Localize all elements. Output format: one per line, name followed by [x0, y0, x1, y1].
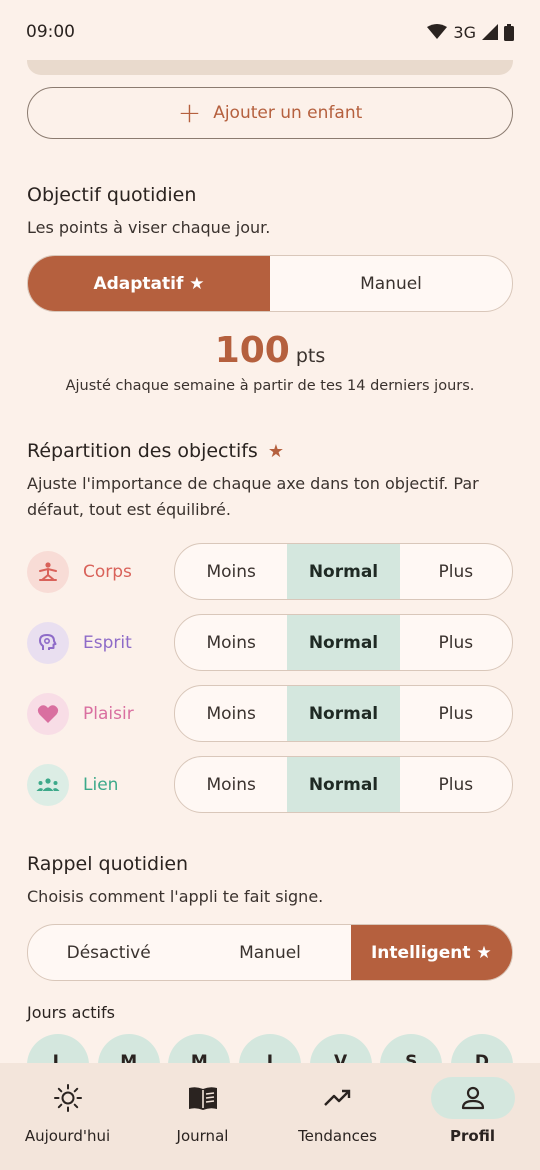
axis-label-corps: Corps: [83, 561, 132, 582]
book-icon: [188, 1087, 217, 1110]
nav-label-trends: Tendances: [298, 1127, 377, 1145]
level-less[interactable]: Moins: [175, 544, 287, 599]
points-value: 100: [214, 330, 290, 371]
reminder-option-off[interactable]: Désactivé: [28, 925, 189, 980]
level-normal[interactable]: Normal: [287, 757, 400, 812]
status-time: 09:00: [26, 22, 75, 42]
daily-goal-segmented: Adaptatif ★ Manuel: [27, 255, 513, 312]
reminder-title: Rappel quotidien: [27, 853, 189, 875]
axis-label-lien: Lien: [83, 774, 119, 795]
reminder-option-smart[interactable]: Intelligent ★: [350, 925, 512, 980]
nav-icon-wrap: [296, 1077, 380, 1119]
reminder-option-manual[interactable]: Manuel: [189, 925, 350, 980]
distribution-title: Répartition des objectifs ★: [27, 440, 284, 462]
bottom-navigation: Aujourd'hui Journal Tendances Profil: [0, 1063, 540, 1170]
level-more[interactable]: Plus: [400, 757, 512, 812]
axis-row-esprit: Esprit Moins Normal Plus: [27, 614, 513, 671]
nav-icon-wrap: [430, 1077, 515, 1119]
person-icon: [461, 1086, 484, 1110]
axis-segmented-plaisir: Moins Normal Plus: [174, 685, 513, 742]
nav-label-today: Aujourd'hui: [24, 1127, 111, 1145]
goal-option-adaptive[interactable]: Adaptatif ★: [28, 256, 270, 311]
level-less[interactable]: Moins: [175, 615, 287, 670]
goal-option-manual[interactable]: Manuel: [270, 256, 512, 311]
battery-icon: [504, 23, 514, 41]
trending-up-icon: [323, 1089, 350, 1106]
status-icons: 3G: [427, 23, 514, 42]
mind-icon: [27, 621, 69, 664]
axis-segmented-lien: Moins Normal Plus: [174, 756, 513, 813]
daily-goal-subtitle: Les points à viser chaque jour.: [27, 218, 271, 237]
nav-icon-wrap: [26, 1077, 110, 1119]
axis-segmented-esprit: Moins Normal Plus: [174, 614, 513, 671]
sun-icon: [53, 1084, 82, 1112]
points-display: 100 pts: [0, 330, 540, 371]
group-icon: [27, 763, 69, 806]
daily-goal-title: Objectif quotidien: [27, 184, 197, 206]
nav-item-profile[interactable]: Profil: [408, 1077, 538, 1145]
star-icon: ★: [267, 441, 284, 462]
level-less[interactable]: Moins: [175, 686, 287, 741]
axis-row-corps: Corps Moins Normal Plus: [27, 543, 513, 600]
axis-segmented-corps: Moins Normal Plus: [174, 543, 513, 600]
previous-card-edge: [27, 60, 513, 75]
distribution-subtitle: Ajuste l'importance de chaque axe dans t…: [27, 474, 479, 519]
network-type: 3G: [453, 22, 476, 42]
signal-icon: [482, 24, 498, 40]
points-unit: pts: [295, 345, 326, 367]
level-more[interactable]: Plus: [400, 615, 512, 670]
reminder-segmented: Désactivé Manuel Intelligent ★: [27, 924, 513, 981]
wifi-icon: [427, 24, 448, 39]
level-normal[interactable]: Normal: [287, 544, 400, 599]
axis-row-lien: Lien Moins Normal Plus: [27, 756, 513, 813]
heart-icon: [27, 692, 69, 735]
status-bar: 09:00 3G: [0, 0, 540, 64]
add-child-button[interactable]: + Ajouter un enfant: [27, 87, 513, 139]
body-icon: [27, 550, 69, 593]
active-days-title: Jours actifs: [27, 1003, 115, 1022]
plus-icon: +: [177, 96, 202, 129]
level-less[interactable]: Moins: [175, 757, 287, 812]
points-note: Ajusté chaque semaine à partir de tes 14…: [65, 378, 475, 394]
add-child-label: Ajouter un enfant: [213, 103, 363, 123]
axis-row-plaisir: Plaisir Moins Normal Plus: [27, 685, 513, 742]
nav-item-journal[interactable]: Journal: [138, 1077, 268, 1145]
nav-item-today[interactable]: Aujourd'hui: [3, 1077, 133, 1145]
reminder-subtitle: Choisis comment l'appli te fait signe.: [27, 887, 324, 906]
nav-label-journal: Journal: [176, 1127, 229, 1145]
level-more[interactable]: Plus: [400, 686, 512, 741]
nav-icon-wrap: [161, 1077, 245, 1119]
axis-label-plaisir: Plaisir: [83, 703, 134, 724]
nav-item-trends[interactable]: Tendances: [273, 1077, 403, 1145]
level-normal[interactable]: Normal: [287, 615, 400, 670]
nav-label-profile: Profil: [450, 1127, 495, 1145]
axis-label-esprit: Esprit: [83, 632, 132, 653]
level-more[interactable]: Plus: [400, 544, 512, 599]
level-normal[interactable]: Normal: [287, 686, 400, 741]
